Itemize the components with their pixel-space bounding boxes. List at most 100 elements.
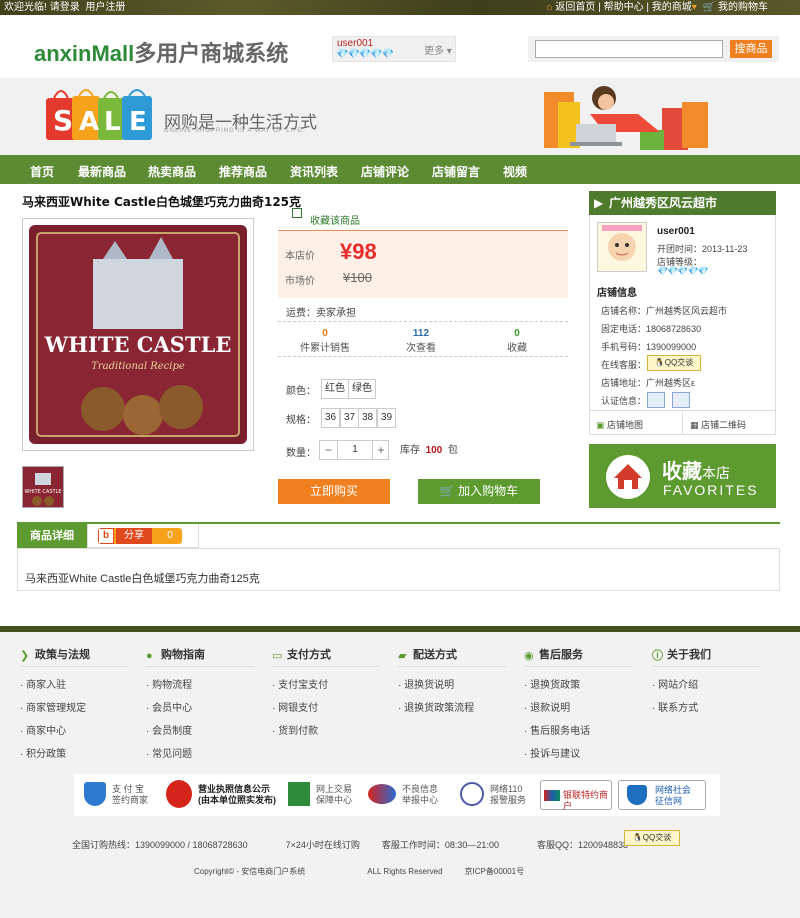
footer-link[interactable]: · 积分政策 — [20, 745, 128, 768]
nav-home[interactable]: 首页 — [30, 163, 54, 180]
footer-link[interactable]: · 支付宝支付 — [272, 676, 380, 699]
quantity-input[interactable]: 1 — [338, 441, 372, 459]
footer-link[interactable]: · 联系方式 — [652, 699, 760, 722]
footer-qq-button[interactable]: 🐧QQ交谈 — [624, 830, 680, 846]
color-option-green[interactable]: 绿色 — [348, 379, 376, 399]
nav-new-products[interactable]: 最新商品 — [78, 163, 126, 180]
footer-link[interactable]: · 投诉与建议 — [524, 745, 632, 768]
my-mall-link[interactable]: 我的商城 — [652, 2, 692, 13]
header-user-name[interactable]: user001 — [337, 38, 373, 49]
buy-now-button[interactable]: 立即购买 — [278, 479, 390, 504]
shop-header: ▶ 广州越秀区风云超市 — [589, 191, 776, 215]
svg-text:WHITE CASTLE: WHITE CASTLE — [24, 489, 61, 495]
badge-license[interactable]: 营业执照信息公示 (由本单位照实发布) — [198, 784, 276, 806]
id-cert-icon — [647, 392, 665, 408]
more-dropdown[interactable]: 更多 ▾ — [424, 42, 452, 57]
login-link[interactable]: 请登录 — [50, 2, 80, 13]
footer-link[interactable]: · 网站介绍 — [652, 676, 760, 699]
badge-alipay[interactable]: 支 付 宝签约商家 — [112, 784, 148, 806]
footer-copyright: Copyright© - 安信电商门户系统 ALL Rights Reserved… — [194, 867, 525, 876]
nav-hot-products[interactable]: 热卖商品 — [148, 163, 196, 180]
quantity-plus-button[interactable]: + — [372, 441, 389, 459]
shop-address-row: 店铺地址：广州越秀区ε — [601, 378, 696, 388]
trade-shield-icon — [288, 782, 310, 806]
favorite-product-link[interactable]: 收藏该商品 — [310, 212, 360, 227]
badge-report[interactable]: 不良信息 举报中心 — [402, 784, 438, 806]
footer-contact-line: 全国订购热线：1390099000 / 18068728630 7×24小时在线订… — [72, 840, 629, 850]
spec-option-36[interactable]: 36 — [321, 408, 341, 428]
shop-user: user001 — [657, 226, 695, 237]
home-link[interactable]: 返回首页 — [555, 2, 595, 13]
tab-product-detail[interactable]: 商品详细 — [17, 524, 87, 548]
shop-cert-row: 认证信息： — [601, 396, 647, 406]
business-cert-icon — [672, 392, 690, 408]
product-photo: WHITE CASTLE Traditional Recipe — [29, 225, 247, 444]
divider — [278, 321, 568, 322]
footer-link[interactable]: · 退换货政策流程 — [398, 699, 506, 722]
nav-news[interactable]: 资讯列表 — [290, 163, 338, 180]
footer-link[interactable]: · 常见问题 — [146, 745, 254, 768]
spec-option-39[interactable]: 39 — [377, 408, 397, 428]
footer-link[interactable]: · 商家管理规定 — [20, 699, 128, 722]
favorite-shop-banner[interactable]: 收藏本店 FAVORITES — [589, 444, 776, 508]
product-image-brand: WHITE CASTLE — [44, 332, 232, 357]
nav-shop-messages[interactable]: 店铺留言 — [432, 163, 480, 180]
share-button[interactable]: b 分享 0 — [98, 528, 182, 544]
footer-col-guide: ● 购物指南 · 购物流程 · 会员中心 · 会员制度 · 常见问题 — [146, 646, 254, 768]
nav-recommended[interactable]: 推荐商品 — [219, 163, 267, 180]
quantity-label: 数量： — [286, 448, 316, 459]
footer-link[interactable]: · 退换货说明 — [398, 676, 506, 699]
badge-unionpay[interactable]: 银联特约商户 — [540, 780, 612, 811]
quantity-minus-button[interactable]: − — [320, 441, 338, 459]
shop-mobile-row: 手机号码：1390099000 — [601, 342, 697, 352]
detail-text: 马来西亚White Castle白色城堡巧克力曲奇125克 — [25, 573, 260, 585]
footer-col-about: ⓘ 关于我们 · 网站介绍 · 联系方式 — [652, 646, 760, 722]
product-image[interactable]: WHITE CASTLE Traditional Recipe — [22, 218, 254, 451]
footer-link[interactable]: · 会员中心 — [146, 699, 254, 722]
stat-views: 112 次查看 — [406, 328, 436, 354]
shopping-woman-image — [544, 86, 708, 150]
footer-link[interactable]: · 会员制度 — [146, 722, 254, 745]
nav-video[interactable]: 视频 — [503, 163, 527, 180]
chevron-down-icon: ▾ — [691, 2, 697, 13]
quantity-stepper: − 1 + — [319, 440, 389, 460]
search-input[interactable] — [535, 40, 723, 58]
qq-chat-button[interactable]: 🐧QQ交谈 — [647, 355, 701, 371]
favorite-shop-title: 收藏本店 — [662, 461, 730, 483]
register-link[interactable]: 用户注册 — [85, 2, 125, 13]
help-link[interactable]: 帮助中心 — [604, 2, 644, 13]
svg-text:L: L — [104, 107, 121, 137]
spec-option-38[interactable]: 38 — [358, 408, 378, 428]
emblem-icon — [166, 780, 192, 808]
badge-credit[interactable]: 网络社会 征信网 — [618, 780, 706, 810]
search-button[interactable]: 搜商品 — [730, 40, 772, 58]
truck-icon: ▰ — [398, 650, 407, 662]
footer-link[interactable]: · 商家入驻 — [20, 676, 128, 699]
footer-link[interactable]: · 售后服务电话 — [524, 722, 632, 745]
police-icon — [460, 782, 484, 806]
footer-link[interactable]: · 退款说明 — [524, 699, 632, 722]
color-option-red[interactable]: 红色 — [321, 379, 349, 399]
footer-link[interactable]: · 退换货政策 — [524, 676, 632, 699]
stat-favorites: 0 收藏 — [507, 328, 527, 354]
spec-label: 规格： — [286, 415, 316, 426]
location-icon: ◉ — [524, 650, 534, 662]
shop-avatar[interactable] — [597, 222, 647, 272]
nav-shop-reviews[interactable]: 店铺评论 — [361, 163, 409, 180]
spec-option-37[interactable]: 37 — [340, 408, 360, 428]
footer-link[interactable]: · 商家中心 — [20, 722, 128, 745]
product-thumbnail[interactable]: WHITE CASTLE — [22, 466, 64, 508]
site-logo[interactable]: anxinMall多用户商城系统 — [34, 36, 288, 68]
shop-service-row: 在线客服： — [601, 360, 647, 370]
diamond-level-icon: 💎💎💎💎💎 — [336, 49, 394, 60]
add-to-cart-button[interactable]: 🛒 加入购物车 — [418, 479, 540, 504]
cart-link[interactable]: 我的购物车 — [718, 2, 768, 13]
footer-link[interactable]: · 网银支付 — [272, 699, 380, 722]
home-icon: ⌂ — [546, 2, 553, 13]
shop-qrcode-link[interactable]: ▦ 店铺二维码 — [690, 418, 746, 431]
badge-110[interactable]: 网络110 报警服务 — [490, 784, 526, 806]
badge-trade[interactable]: 网上交易 保障中心 — [316, 784, 352, 806]
footer-link[interactable]: · 购物流程 — [146, 676, 254, 699]
shop-map-link[interactable]: ▣ 店铺地图 — [596, 418, 643, 431]
footer-link[interactable]: · 货到付款 — [272, 722, 380, 745]
